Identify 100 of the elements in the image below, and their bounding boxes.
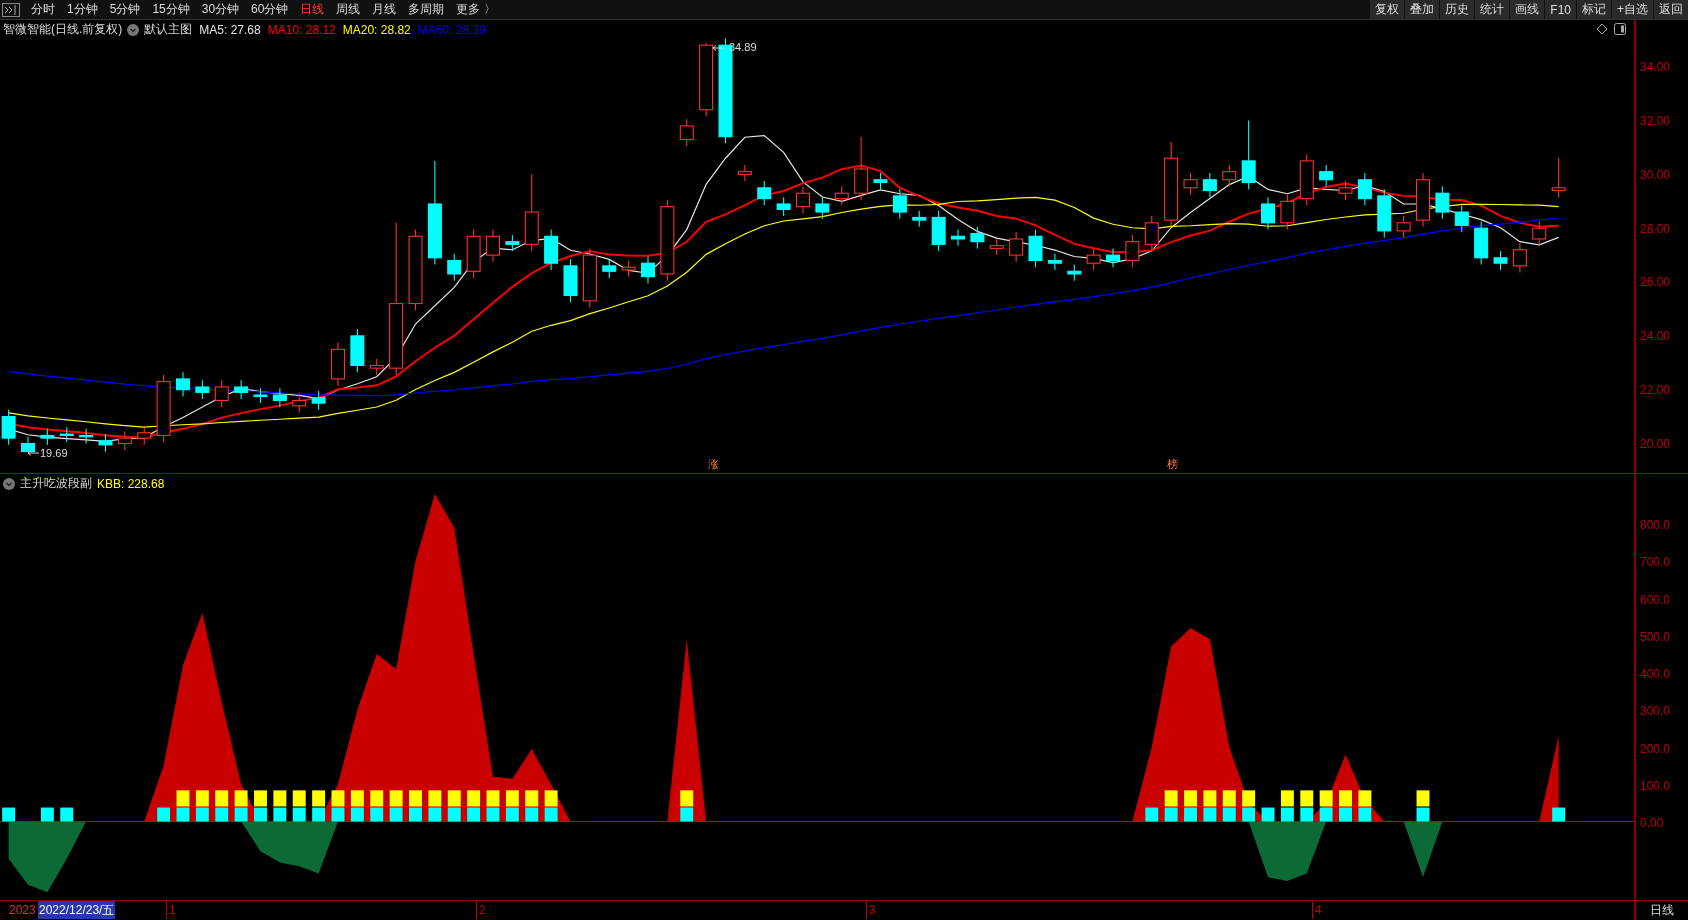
candlestick [195, 379, 210, 400]
toolbar-button[interactable]: 画线 [1510, 0, 1545, 19]
axis-label: 32.00 [1640, 113, 1671, 128]
chevron-icon[interactable] [127, 23, 140, 36]
candlestick [272, 387, 287, 408]
candlestick [1125, 234, 1140, 268]
toolbar-button[interactable]: 返回 [1654, 0, 1688, 19]
candlestick [1338, 180, 1353, 201]
period-tab[interactable]: 分时 [26, 0, 60, 20]
candlestick [757, 180, 772, 206]
candlestick [117, 430, 132, 451]
candlestick [1532, 220, 1547, 247]
leader-line [27, 450, 39, 456]
period-tab[interactable]: 30分钟 [196, 0, 245, 20]
axis-label: 24.00 [1640, 329, 1671, 344]
period-tab[interactable]: 周线 [331, 0, 366, 20]
axis-label: 300.0 [1640, 704, 1671, 719]
axis-label: 22.00 [1640, 383, 1671, 398]
price-label: 19.69 [40, 447, 68, 460]
candlestick [970, 226, 985, 249]
candlestick [1474, 220, 1489, 266]
period-tab[interactable]: 日线 [295, 0, 330, 20]
collapse-icon[interactable] [2, 2, 20, 17]
axis-label: 400.0 [1640, 667, 1671, 681]
candlestick [1067, 264, 1082, 282]
axis-label: 30.00 [1640, 167, 1671, 182]
candlestick [331, 342, 345, 387]
axis-label: 600.0 [1640, 592, 1671, 607]
candlestick [1377, 188, 1392, 239]
candlestick [873, 172, 888, 190]
candlestick [1086, 247, 1101, 271]
candlestick [1493, 250, 1508, 271]
period-tab[interactable]: 5分钟 [104, 0, 146, 20]
toolbar-button[interactable]: 叠加 [1405, 0, 1440, 19]
candlestick [137, 425, 152, 446]
template-label[interactable]: 默认主图 [144, 21, 193, 38]
month-label: 3 [866, 901, 876, 919]
toolbar-button[interactable]: +自选 [1612, 0, 1653, 19]
candlestick [1416, 172, 1430, 228]
candlestick [98, 433, 113, 453]
candlestick [156, 374, 171, 443]
candlestick [1202, 172, 1217, 198]
candlestick [563, 258, 578, 303]
candlestick [447, 253, 462, 282]
candlestick [1047, 253, 1062, 271]
candlestick [1357, 172, 1372, 206]
candlestick [1028, 229, 1043, 268]
candlestick [776, 196, 791, 217]
axis-label: 26.00 [1640, 275, 1671, 290]
candlestick [350, 328, 365, 373]
period-tab[interactable]: 多周期 [403, 0, 450, 20]
toolbar-button[interactable]: 复权 [1370, 0, 1405, 19]
period-tab[interactable]: 1分钟 [62, 0, 103, 20]
panel-icon[interactable] [1614, 23, 1626, 35]
candlestick [505, 234, 520, 252]
toolbar-button[interactable]: 历史 [1440, 0, 1475, 19]
candlestick [951, 229, 965, 247]
candlestick [21, 436, 35, 453]
candlestick [1222, 164, 1237, 187]
ma-reading: MA10: 28.12 [267, 22, 336, 37]
candlestick [1106, 247, 1120, 268]
candlestick [234, 379, 249, 400]
leader-line [712, 45, 724, 51]
toolbar-button[interactable]: 统计 [1475, 0, 1510, 19]
candlestick [311, 390, 326, 411]
indicator-name: 主升吃波段副 [20, 475, 92, 492]
candlestick [1280, 194, 1295, 231]
candlestick [369, 358, 384, 376]
toolbar-button[interactable]: 标记 [1577, 0, 1611, 19]
candlestick [466, 229, 481, 279]
candlestick [486, 229, 500, 263]
ma-reading: MA20: 28.82 [342, 22, 411, 37]
candlestick [679, 118, 694, 147]
axis-label: 800.0 [1640, 518, 1671, 532]
axis-label: 0.00 [1640, 816, 1664, 830]
indicator-reading: KBB: 228.68 [97, 476, 165, 491]
candlestick [40, 428, 55, 446]
candlestick [621, 259, 636, 278]
candlestick [989, 238, 1004, 256]
diamond-icon[interactable] [1596, 23, 1608, 35]
toolbar-button[interactable]: F10 [1545, 0, 1576, 19]
candlestick [854, 136, 869, 201]
axis-label: 100.0 [1640, 778, 1671, 793]
candlestick [1454, 204, 1469, 233]
period-tab[interactable]: 60分钟 [246, 0, 294, 20]
candlestick [582, 247, 597, 309]
period-tab[interactable]: 更多 〉 [451, 0, 501, 20]
axis-label: 200.0 [1640, 741, 1671, 756]
year-label: 2023 [9, 902, 36, 919]
candlestick [176, 371, 190, 397]
candlestick [1183, 172, 1198, 196]
period-tab[interactable]: 月线 [367, 0, 402, 20]
candlestick [79, 428, 94, 445]
axis-label: 700.0 [1640, 555, 1671, 570]
period-tab[interactable]: 15分钟 [147, 0, 195, 20]
stock-title: 智微智能(日线.前复权) [3, 21, 123, 38]
candlestick [1, 409, 16, 446]
period-label: 日线 [1634, 901, 1688, 920]
month-label: 4 [1312, 901, 1322, 919]
chevron-icon[interactable] [3, 477, 15, 490]
